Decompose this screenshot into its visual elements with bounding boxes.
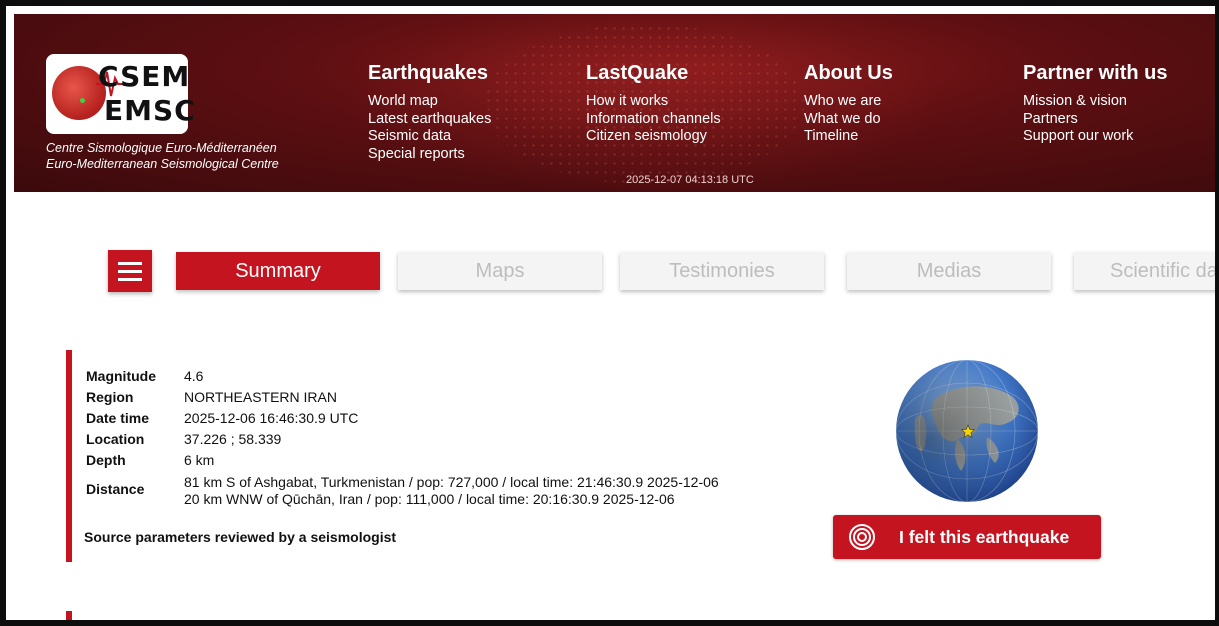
nav-title-about-us[interactable]: About Us xyxy=(804,62,893,85)
location-label: Location xyxy=(86,431,145,447)
nav-link-latest-earthquakes[interactable]: Latest earthquakes xyxy=(368,111,491,129)
emsc-logo[interactable]: CSEM EMSC xyxy=(46,54,195,134)
tab-medias[interactable]: Medias xyxy=(847,252,1051,290)
tab-scientific-data[interactable]: Scientific da xyxy=(1074,252,1215,290)
nav-earthquakes: Earthquakes World map Latest earthquakes… xyxy=(368,62,491,163)
region-label: Region xyxy=(86,389,134,405)
nav-title-earthquakes[interactable]: Earthquakes xyxy=(368,62,491,85)
site-tagline: Centre Sismologique Euro-Méditerranéen E… xyxy=(46,140,279,172)
tagline-fr: Centre Sismologique Euro-Méditerranéen xyxy=(46,141,277,155)
location-value: 37.226 ; 58.339 xyxy=(184,431,282,447)
logo-text-csem: CSEM xyxy=(98,60,191,93)
magnitude-value: 4.6 xyxy=(184,368,204,384)
nav-title-lastquake[interactable]: LastQuake xyxy=(586,62,721,85)
tab-testimonies[interactable]: Testimonies xyxy=(620,252,824,290)
tagline-en: Euro-Mediterranean Seismological Centre xyxy=(46,157,279,171)
nav-link-information-channels[interactable]: Information channels xyxy=(586,111,721,129)
tab-maps[interactable]: Maps xyxy=(398,252,602,290)
epicenter-globe-map[interactable] xyxy=(895,359,1039,503)
hamburger-icon-line xyxy=(118,278,142,281)
magnitude-label: Magnitude xyxy=(86,368,156,384)
nav-about-us: About Us Who we are What we do Timeline xyxy=(804,62,893,146)
region-value: NORTHEASTERN IRAN xyxy=(184,389,337,405)
hamburger-icon xyxy=(118,262,142,265)
earthquake-summary: Magnitude 4.6 Region NORTHEASTERN IRAN Dat… xyxy=(86,366,719,508)
logo-dot xyxy=(80,98,85,103)
nav-link-how-it-works[interactable]: How it works xyxy=(586,93,721,111)
next-section-accent-bar xyxy=(66,611,72,620)
nav-link-partners[interactable]: Partners xyxy=(1023,111,1167,129)
site-header: CSEM EMSC Centre Sismologique Euro-Médit… xyxy=(14,14,1215,192)
section-accent-bar xyxy=(66,350,72,562)
felt-target-icon xyxy=(849,524,875,550)
nav-title-partner[interactable]: Partner with us xyxy=(1023,62,1167,85)
nav-partner: Partner with us Mission & vision Partner… xyxy=(1023,62,1167,146)
nav-lastquake: LastQuake How it works Information chann… xyxy=(586,62,721,146)
felt-earthquake-button[interactable]: I felt this earthquake xyxy=(833,515,1101,559)
nav-link-who-we-are[interactable]: Who we are xyxy=(804,93,893,111)
felt-button-label: I felt this earthquake xyxy=(899,527,1070,547)
review-status: Source parameters reviewed by a seismolo… xyxy=(84,529,397,545)
distance-label: Distance xyxy=(86,481,145,497)
menu-button[interactable] xyxy=(108,250,152,292)
nav-link-citizen-seismology[interactable]: Citizen seismology xyxy=(586,128,721,146)
server-timestamp: 2025-12-07 04:13:18 UTC xyxy=(626,174,754,186)
datetime-value: 2025-12-06 16:46:30.9 UTC xyxy=(184,410,359,426)
distance-line-quchan: 20 km WNW of Qūchān, Iran / pop: 111,000… xyxy=(184,491,675,507)
depth-value: 6 km xyxy=(184,452,215,468)
nav-link-support[interactable]: Support our work xyxy=(1023,128,1167,146)
depth-label: Depth xyxy=(86,452,126,468)
browser-frame: CSEM EMSC Centre Sismologique Euro-Médit… xyxy=(0,0,1219,626)
datetime-label: Date time xyxy=(86,410,150,426)
nav-link-what-we-do[interactable]: What we do xyxy=(804,111,893,129)
nav-link-special-reports[interactable]: Special reports xyxy=(368,146,491,164)
hamburger-icon-line xyxy=(118,270,142,273)
nav-link-timeline[interactable]: Timeline xyxy=(804,128,893,146)
logo-text-emsc: EMSC xyxy=(104,94,196,127)
tab-summary[interactable]: Summary xyxy=(176,252,380,290)
nav-link-mission-vision[interactable]: Mission & vision xyxy=(1023,93,1167,111)
distance-line-ashgabat: 81 km S of Ashgabat, Turkmenistan / pop:… xyxy=(184,474,719,490)
nav-link-seismic-data[interactable]: Seismic data xyxy=(368,128,491,146)
nav-link-world-map[interactable]: World map xyxy=(368,93,491,111)
